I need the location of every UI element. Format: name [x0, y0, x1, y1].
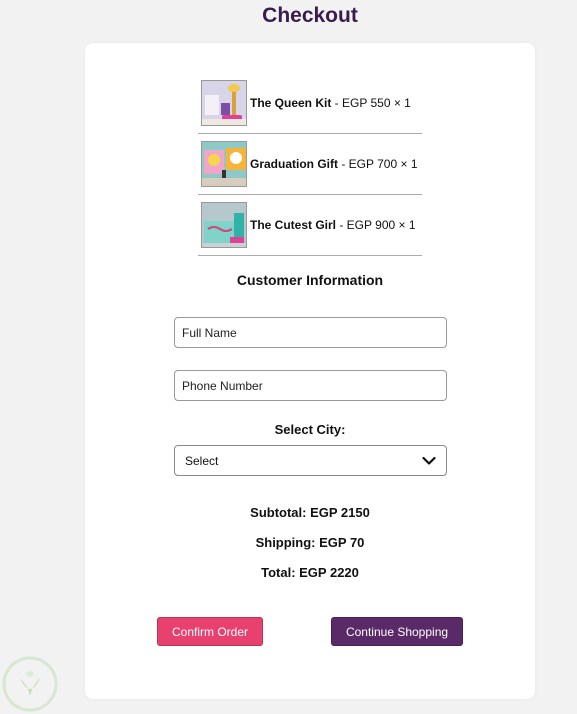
cart-item-name: Graduation Gift	[250, 157, 338, 171]
cart-item-details: - EGP 550 × 1	[331, 96, 411, 110]
city-label: Select City:	[274, 422, 346, 437]
total-text: Total: EGP 2220	[261, 565, 359, 580]
cart-item-name: The Cutest Girl	[250, 218, 337, 232]
city-select[interactable]: Select	[174, 445, 447, 476]
queen-kit-thumbnail	[201, 80, 247, 126]
full-name-field[interactable]	[174, 317, 447, 348]
cutest-girl-thumbnail	[201, 202, 247, 248]
shipping-text: Shipping: EGP 70	[255, 535, 365, 550]
page-title: Checkout	[262, 4, 358, 27]
chevron-down-icon	[422, 456, 436, 465]
cart-item: The Queen Kit - EGP 550 × 1	[198, 73, 422, 134]
cart-item: Graduation Gift - EGP 700 × 1	[198, 134, 422, 195]
cart-item-details: - EGP 700 × 1	[338, 157, 418, 171]
continue-shopping-button[interactable]: Continue Shopping	[331, 617, 463, 646]
cart-item-details: - EGP 900 × 1	[336, 218, 416, 232]
graduation-gift-thumbnail	[201, 141, 247, 187]
cart-item-name: The Queen Kit	[250, 96, 332, 110]
watermark-logo-icon	[2, 656, 58, 712]
customer-info-heading: Customer Information	[236, 272, 384, 288]
cart-list: The Queen Kit - EGP 550 × 1 Graduation G…	[198, 73, 422, 256]
checkout-card: The Queen Kit - EGP 550 × 1 Graduation G…	[85, 43, 535, 699]
subtotal-text: Subtotal: EGP 2150	[250, 505, 370, 520]
city-select-value: Select	[185, 453, 219, 468]
cart-item: The Cutest Girl - EGP 900 × 1	[198, 195, 422, 256]
confirm-order-button[interactable]: Confirm Order	[157, 617, 263, 646]
phone-number-field[interactable]	[174, 370, 447, 401]
